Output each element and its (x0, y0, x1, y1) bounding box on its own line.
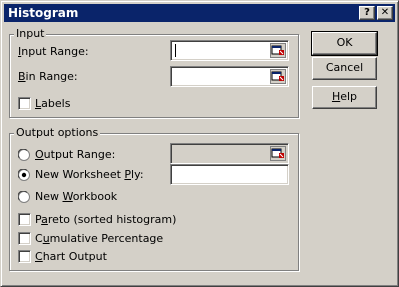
help-button[interactable]: Help (312, 86, 377, 109)
bin-range-label: Bin Range: (18, 70, 78, 83)
output-options-legend: Output options (14, 126, 101, 140)
new-worksheet-ply-label: New Worksheet Ply: (35, 168, 144, 181)
pareto-label: Pareto (sorted histogram) (35, 213, 177, 226)
new-worksheet-ply-field[interactable] (170, 164, 289, 185)
input-range-label: Input Range: (18, 45, 89, 58)
input-range-field[interactable] (170, 40, 289, 61)
output-range-label: Output Range: (35, 148, 116, 161)
new-workbook-radio[interactable] (18, 191, 30, 203)
cancel-button[interactable]: Cancel (312, 57, 377, 80)
bin-range-field[interactable] (170, 66, 289, 87)
help-question-button[interactable]: ? (359, 6, 375, 20)
ok-button[interactable]: OK (311, 31, 378, 56)
pareto-checkbox[interactable] (18, 213, 31, 226)
close-icon: ✕ (380, 7, 390, 18)
close-button[interactable]: ✕ (377, 6, 393, 20)
input-group-legend: Input (14, 27, 47, 41)
question-icon: ? (364, 7, 370, 18)
new-workbook-label: New Workbook (35, 190, 118, 203)
new-worksheet-ply-radio[interactable] (18, 169, 30, 181)
title-bar[interactable]: Histogram ? ✕ (4, 4, 395, 22)
chart-output-checkbox[interactable] (18, 250, 31, 263)
radio-selected-dot (21, 172, 27, 178)
collapse-dialog-icon[interactable] (270, 69, 286, 84)
window-title: Histogram (8, 6, 79, 20)
text-caret (175, 44, 176, 57)
output-range-field[interactable] (170, 143, 289, 164)
chart-output-label: Chart Output (35, 250, 107, 263)
labels-checkbox[interactable] (18, 97, 31, 110)
collapse-dialog-icon[interactable] (270, 43, 286, 58)
labels-label: Labels (35, 97, 71, 110)
cumulative-percentage-label: Cumulative Percentage (35, 232, 164, 245)
cumulative-percentage-checkbox[interactable] (18, 232, 31, 245)
output-range-radio[interactable] (18, 149, 30, 161)
histogram-dialog: Histogram ? ✕ Input Input Range: Bin Ran… (0, 0, 399, 287)
collapse-dialog-icon[interactable] (270, 146, 286, 161)
